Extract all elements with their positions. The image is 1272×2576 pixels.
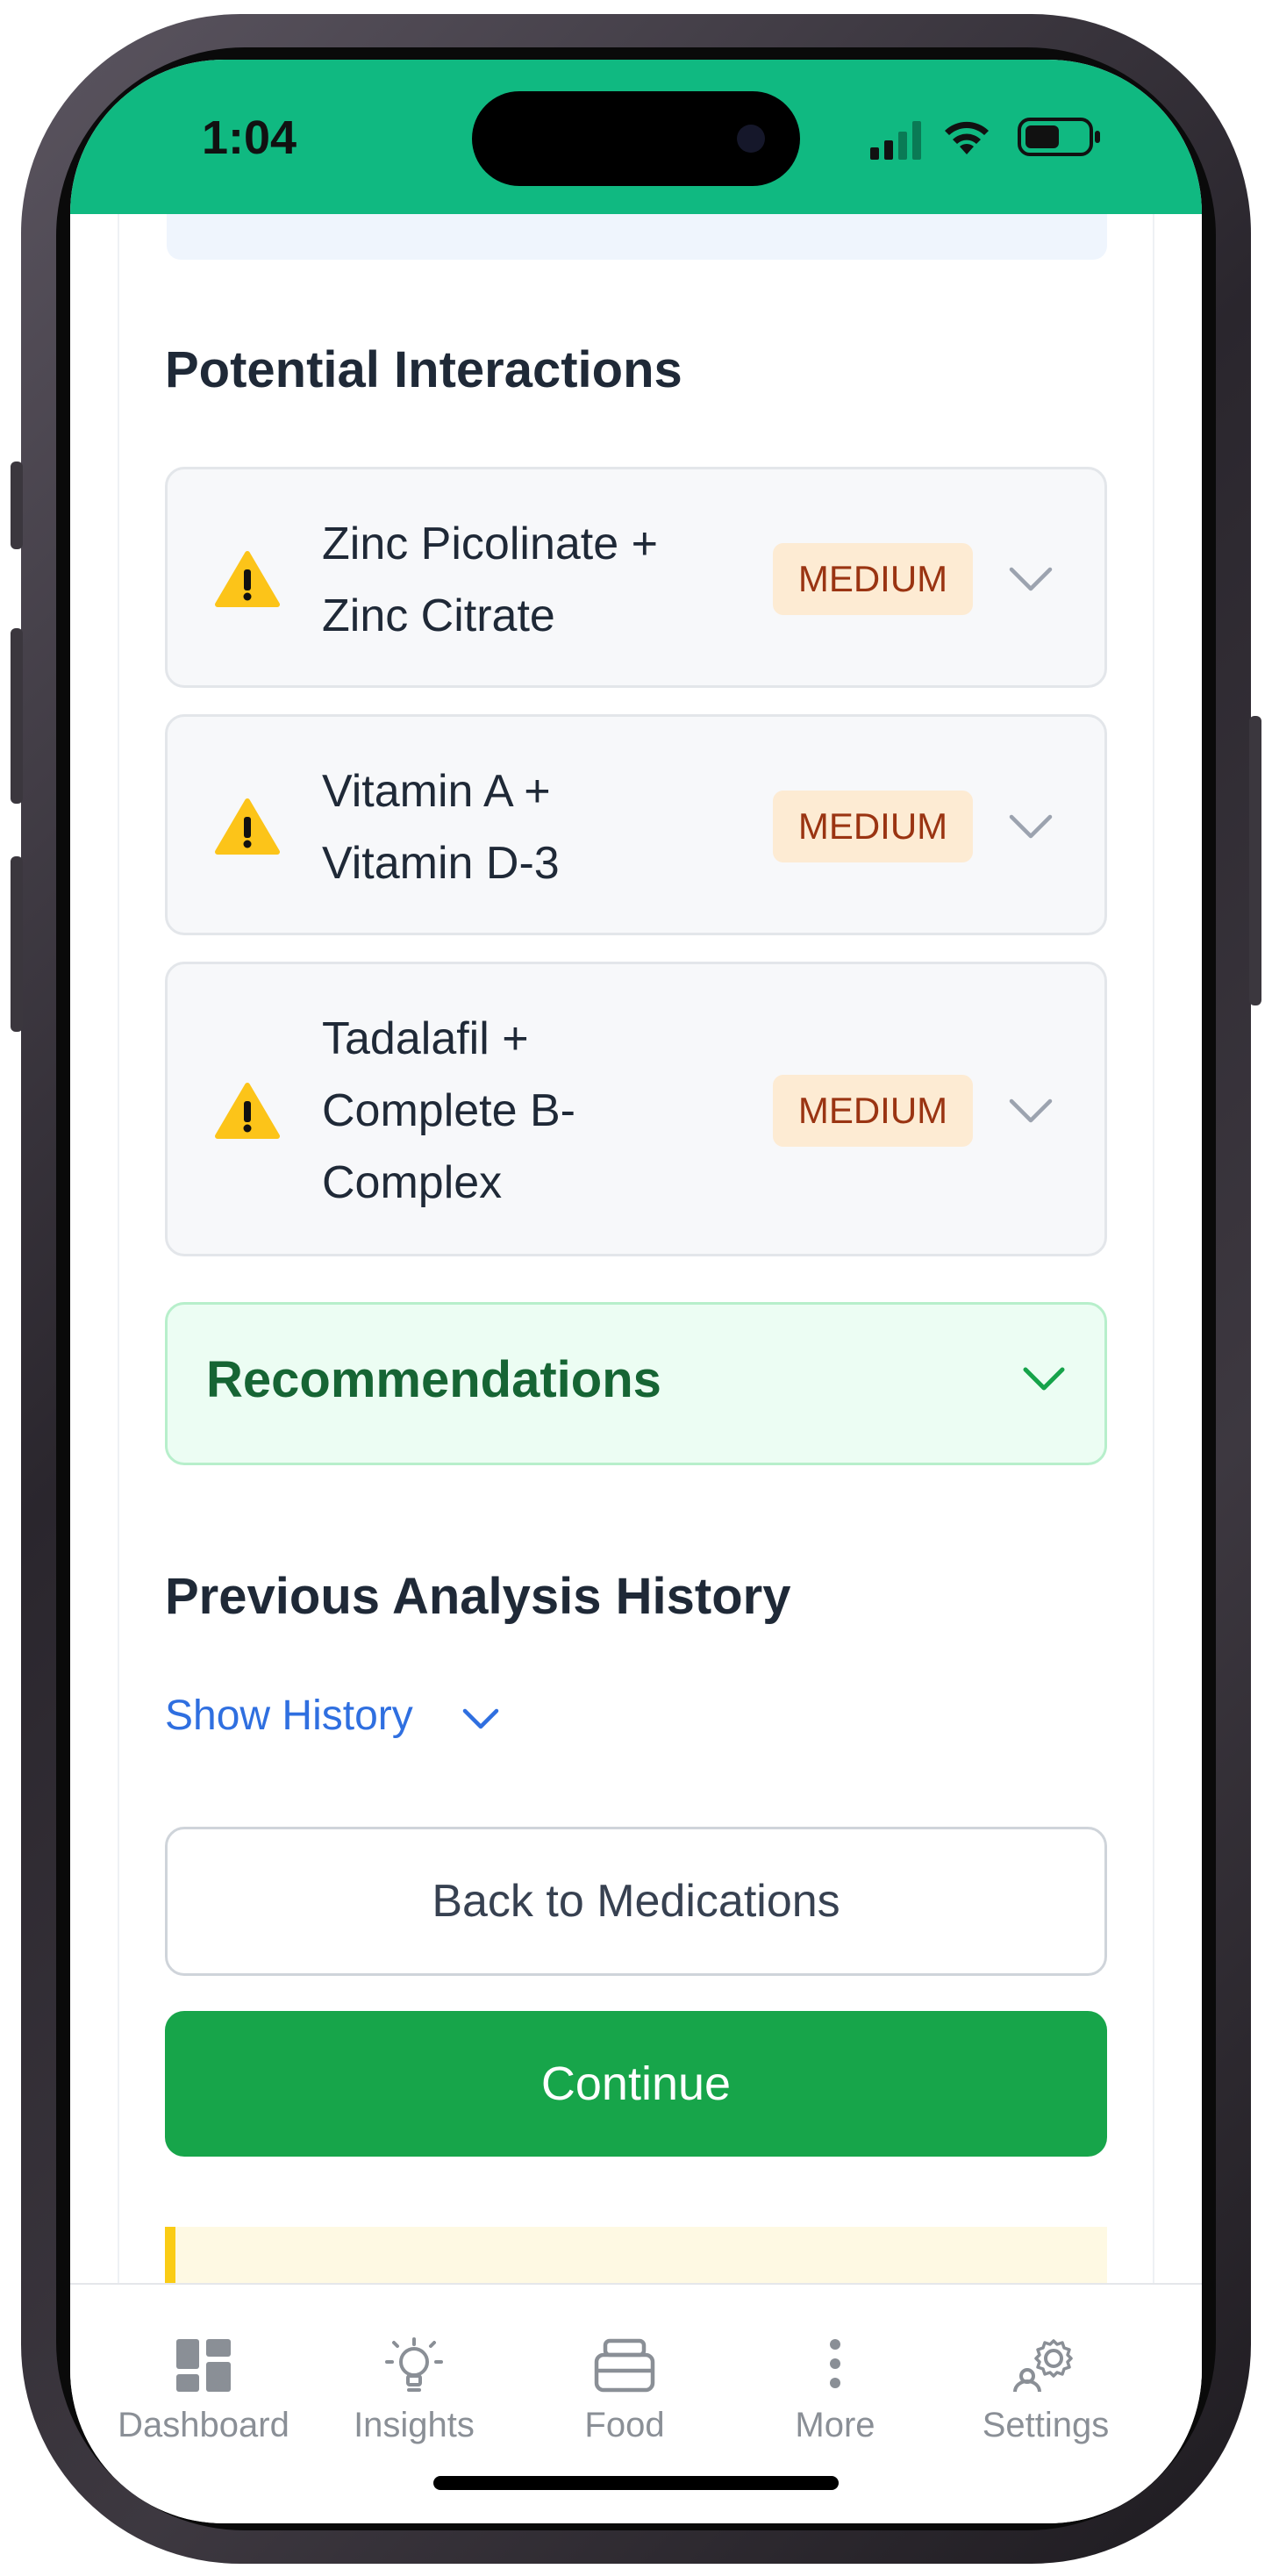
interaction-name: Vitamin A + Vitamin D-3 <box>322 766 560 889</box>
camera-icon <box>737 125 765 153</box>
recommendations-label: Recommendations <box>206 1351 661 1408</box>
interaction-name: Zinc Picolinate + Zinc Citrate <box>322 519 658 641</box>
chevron-down-icon <box>1023 1367 1065 1391</box>
food-container-icon <box>594 2338 655 2393</box>
cellular-signal-icon <box>870 121 921 160</box>
warning-icon <box>215 798 280 855</box>
back-to-medications-button[interactable]: Back to Medications <box>165 1827 1107 1976</box>
lightbulb-icon <box>385 2337 443 2392</box>
action-button <box>11 462 23 549</box>
wifi-icon <box>945 121 989 154</box>
previous-section-end <box>167 214 1107 260</box>
volume-down-button <box>11 856 23 1032</box>
status-time: 1:04 <box>202 111 297 164</box>
tab-food[interactable]: Food <box>519 2337 730 2445</box>
tab-label: More <box>795 2406 875 2444</box>
power-button <box>1249 716 1261 1005</box>
severity-badge: MEDIUM <box>773 1075 973 1147</box>
interaction-card[interactable]: Tadalafil + Complete B- Complex MEDIUM <box>165 962 1107 1256</box>
chevron-down-icon[interactable] <box>1008 566 1054 592</box>
interaction-card[interactable]: Zinc Picolinate + Zinc Citrate MEDIUM <box>165 467 1107 688</box>
chevron-down-icon[interactable] <box>1008 1098 1054 1124</box>
info-note <box>165 2227 1107 2288</box>
tab-label: Dashboard <box>118 2406 289 2444</box>
gear-person-icon <box>1013 2339 1073 2393</box>
status-bar: 1:04 <box>70 60 1202 214</box>
interaction-card[interactable]: Vitamin A + Vitamin D-3 MEDIUM <box>165 714 1107 935</box>
severity-badge: MEDIUM <box>773 543 973 615</box>
tab-label: Insights <box>354 2406 475 2444</box>
interaction-name: Tadalafil + Complete B- Complex <box>322 1013 575 1208</box>
chevron-down-icon[interactable] <box>461 1707 500 1732</box>
tab-dashboard[interactable]: Dashboard <box>98 2337 309 2445</box>
vertical-dots-icon <box>830 2339 840 2388</box>
home-indicator <box>433 2476 839 2490</box>
dashboard-icon <box>176 2339 231 2392</box>
chevron-down-icon[interactable] <box>1008 813 1054 840</box>
tab-more[interactable]: More <box>730 2337 940 2445</box>
history-title: Previous Analysis History <box>165 1568 791 1625</box>
recommendations-accordion[interactable]: Recommendations <box>165 1302 1107 1465</box>
app-screen: 1:04 Potential Interactions Zinc Picolin… <box>70 60 1202 2523</box>
continue-button[interactable]: Continue <box>165 2011 1107 2157</box>
tab-label: Settings <box>982 2406 1110 2444</box>
dynamic-island <box>472 91 800 186</box>
show-history-link[interactable]: Show History <box>165 1692 413 1740</box>
tab-settings[interactable]: Settings <box>940 2337 1151 2445</box>
warning-icon <box>215 551 280 607</box>
warning-icon <box>215 1083 280 1139</box>
tab-label: Food <box>584 2406 665 2444</box>
volume-up-button <box>11 628 23 804</box>
interactions-title: Potential Interactions <box>165 341 682 398</box>
battery-icon <box>1018 118 1100 156</box>
tab-insights[interactable]: Insights <box>309 2337 519 2445</box>
severity-badge: MEDIUM <box>773 791 973 862</box>
